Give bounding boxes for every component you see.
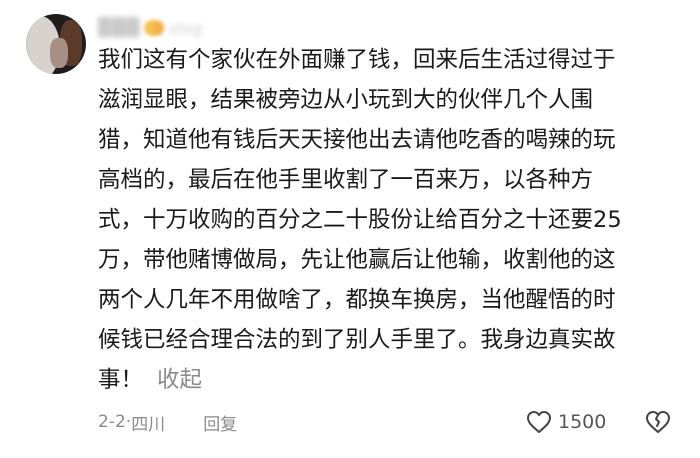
comment-line: 万，带他赌博做局，先让他赢后让他输，收割他的这 bbox=[98, 247, 616, 273]
comment-card: ███ vlog 我们这有个家伙在外面赚了钱，回来后生活过得过于 滋润显眼，结果… bbox=[0, 0, 700, 458]
collapse-link[interactable]: 收起 bbox=[157, 367, 202, 393]
avatar[interactable] bbox=[26, 14, 86, 74]
comment-date: 2-2 bbox=[98, 412, 126, 432]
comment-meta: 2-2 · 四川 回复 bbox=[98, 407, 237, 437]
comment-line: 高档的，最后在他手里收割了一百来万，以各种方 bbox=[98, 167, 594, 193]
vip-badge-icon bbox=[144, 20, 165, 36]
reply-button[interactable]: 回复 bbox=[203, 410, 237, 435]
comment-line: 滋润显眼，结果被旁边从小玩到大的伙伴几个人围 bbox=[98, 87, 594, 113]
avatar-shade bbox=[50, 38, 68, 68]
dislike-button[interactable] bbox=[644, 407, 672, 437]
broken-heart-icon bbox=[646, 411, 670, 433]
username[interactable]: ███ vlog bbox=[98, 16, 202, 40]
username-text: ███ bbox=[98, 18, 141, 38]
comment-line: 候钱已经合理合法的到了别人手里了。我身边真实故 bbox=[98, 327, 616, 353]
comment-line: 我们这有个家伙在外面赚了钱，回来后生活过得过于 bbox=[98, 47, 616, 73]
comment-line: 猎，知道他有钱后天天接他出去请他吃香的喝辣的玩 bbox=[98, 127, 616, 153]
comment-location: 四川 bbox=[131, 414, 166, 435]
comment-line: 两个人几年不用做啥了，都换车换房，当他醒悟的时 bbox=[98, 287, 616, 313]
comment-line: 式，十万收购的百分之二十股份让给百分之十还要25 bbox=[98, 207, 622, 233]
comment-last-line: 事！ 收起 bbox=[98, 360, 688, 400]
like-button[interactable]: 1500 bbox=[526, 407, 606, 437]
username-suffix: vlog bbox=[168, 18, 203, 38]
comment-content: 我们这有个家伙在外面赚了钱，回来后生活过得过于 滋润显眼，结果被旁边从小玩到大的… bbox=[98, 40, 688, 400]
heart-outline-icon bbox=[527, 411, 551, 433]
like-count: 1500 bbox=[558, 411, 607, 433]
comment-line: 事！ bbox=[98, 367, 144, 393]
